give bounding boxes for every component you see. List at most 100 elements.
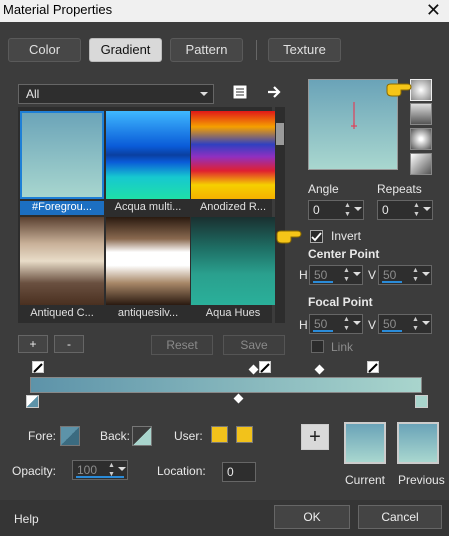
- cancel-button[interactable]: Cancel: [358, 505, 442, 529]
- gradient-preview[interactable]: [308, 79, 398, 170]
- gradient-label: Acqua multi...: [114, 201, 182, 213]
- center-h-label: H: [299, 268, 308, 282]
- center-h-value: 50: [314, 268, 328, 282]
- tab-pattern[interactable]: Pattern: [170, 38, 243, 62]
- user-label: User:: [174, 429, 203, 443]
- back-color-swatch[interactable]: [132, 426, 152, 446]
- gradient-editor-bar[interactable]: [30, 377, 422, 393]
- repeats-value: 0: [382, 203, 389, 217]
- sunburst-style-icon[interactable]: [410, 128, 432, 150]
- tab-color[interactable]: Color: [8, 38, 81, 62]
- chevron-down-icon[interactable]: [354, 207, 362, 211]
- value-bar: [382, 330, 402, 332]
- gradient-item-aqua-hues[interactable]: Aqua Hues: [191, 217, 275, 321]
- angle-label: Angle: [308, 182, 339, 196]
- stepper-arrows-icon[interactable]: ▲ ▼: [342, 266, 351, 284]
- rectangular-style-icon[interactable]: [410, 103, 432, 125]
- center-v-label: V: [368, 268, 377, 282]
- gradient-item-acqua[interactable]: Acqua multi...: [106, 111, 190, 215]
- chevron-down-icon[interactable]: [353, 321, 361, 325]
- gradient-swatch: [106, 111, 190, 199]
- add-gradient-button[interactable]: +: [18, 335, 48, 353]
- list-view-icon[interactable]: [231, 83, 249, 101]
- gradient-swatch: [20, 217, 104, 305]
- chevron-down-icon[interactable]: [422, 272, 430, 276]
- gradient-library: #Foregrou... Acqua multi... Anodized R..…: [18, 107, 275, 323]
- arrow-right-icon[interactable]: [265, 83, 283, 101]
- value-bar: [313, 281, 333, 283]
- gradient-item-antiqued[interactable]: Antiqued C...: [20, 217, 104, 321]
- gradient-swatch: [191, 217, 275, 305]
- user-color-swatch[interactable]: [211, 426, 228, 443]
- opacity-stepper[interactable]: 100 ▲ ▼: [72, 460, 128, 480]
- gradient-swatch: [191, 111, 275, 199]
- opacity-stop-icon[interactable]: [367, 361, 379, 373]
- pointing-hand-icon: [386, 82, 414, 98]
- invert-checkbox[interactable]: [310, 230, 323, 243]
- opacity-stop-icon[interactable]: [32, 361, 44, 373]
- color-stop-end-icon[interactable]: [415, 395, 428, 408]
- save-button[interactable]: Save: [223, 335, 285, 355]
- opacity-stop-icon[interactable]: [259, 361, 271, 373]
- focal-v-label: V: [368, 318, 377, 332]
- fore-color-swatch[interactable]: [60, 426, 80, 446]
- opacity-midpoint-icon[interactable]: [248, 364, 259, 375]
- stepper-arrows-icon[interactable]: ▲ ▼: [411, 315, 420, 333]
- center-h-stepper[interactable]: 50 ▲ ▼: [309, 265, 363, 285]
- chevron-down-icon[interactable]: [118, 467, 126, 471]
- user-color-swatch[interactable]: [236, 426, 253, 443]
- current-color-swatch[interactable]: [344, 422, 386, 464]
- stepper-arrows-icon[interactable]: ▲ ▼: [412, 201, 421, 219]
- center-point-label: Center Point: [308, 247, 380, 261]
- value-bar: [76, 476, 124, 478]
- center-v-stepper[interactable]: 50 ▲ ▼: [378, 265, 432, 285]
- category-dropdown[interactable]: All: [18, 84, 214, 104]
- previous-color-swatch[interactable]: [397, 422, 439, 464]
- library-scrollbar[interactable]: [275, 107, 285, 323]
- center-v-value: 50: [383, 268, 397, 282]
- chevron-down-icon[interactable]: [353, 272, 361, 276]
- location-input[interactable]: 0: [222, 462, 256, 482]
- focal-point-label: Focal Point: [308, 295, 373, 309]
- gradient-label: Anodized R...: [199, 201, 267, 213]
- focal-v-stepper[interactable]: 50 ▲ ▼: [378, 314, 432, 334]
- stepper-arrows-icon[interactable]: ▲ ▼: [411, 266, 420, 284]
- opacity-midpoint-icon[interactable]: [314, 364, 325, 375]
- add-color-button[interactable]: +: [301, 424, 329, 450]
- tab-separator: [256, 40, 257, 60]
- link-checkbox[interactable]: [311, 340, 324, 353]
- stepper-arrows-icon[interactable]: ▲ ▼: [342, 315, 351, 333]
- help-link[interactable]: Help: [14, 512, 39, 526]
- focal-h-label: H: [299, 318, 308, 332]
- chevron-down-icon[interactable]: [423, 207, 431, 211]
- previous-label: Previous: [398, 473, 445, 487]
- reset-button[interactable]: Reset: [151, 335, 213, 355]
- remove-gradient-button[interactable]: -: [54, 335, 84, 353]
- back-label: Back:: [100, 429, 131, 443]
- stepper-arrows-icon[interactable]: ▲ ▼: [343, 201, 352, 219]
- scrollbar-thumb[interactable]: [276, 123, 284, 145]
- category-value: All: [26, 87, 40, 101]
- chevron-down-icon[interactable]: [422, 321, 430, 325]
- gradient-label: antiquesilv...: [117, 307, 179, 319]
- close-icon[interactable]: ✕: [426, 0, 441, 20]
- tab-gradient[interactable]: Gradient: [89, 38, 162, 62]
- repeats-stepper[interactable]: 0 ▲ ▼: [377, 200, 433, 220]
- angle-stepper[interactable]: 0 ▲ ▼: [308, 200, 364, 220]
- focal-h-stepper[interactable]: 50 ▲ ▼: [309, 314, 363, 334]
- gradient-item-foreground[interactable]: #Foregrou...: [20, 111, 104, 215]
- gradient-label: Aqua Hues: [205, 307, 261, 319]
- chevron-down-icon: [200, 92, 208, 96]
- window-title: Material Properties: [3, 2, 113, 17]
- radial-style-icon[interactable]: [410, 153, 432, 175]
- ok-button[interactable]: OK: [274, 505, 350, 529]
- gradient-item-anodized[interactable]: Anodized R...: [191, 111, 275, 215]
- focal-h-value: 50: [314, 317, 328, 331]
- color-stop-start-icon[interactable]: [26, 395, 39, 408]
- invert-label: Invert: [331, 229, 362, 243]
- pointing-hand-icon: [276, 229, 304, 245]
- gradient-swatch: [20, 111, 104, 199]
- color-midpoint-icon[interactable]: [233, 393, 244, 404]
- tab-texture[interactable]: Texture: [268, 38, 341, 62]
- gradient-item-antiquesilver[interactable]: antiquesilv...: [106, 217, 190, 321]
